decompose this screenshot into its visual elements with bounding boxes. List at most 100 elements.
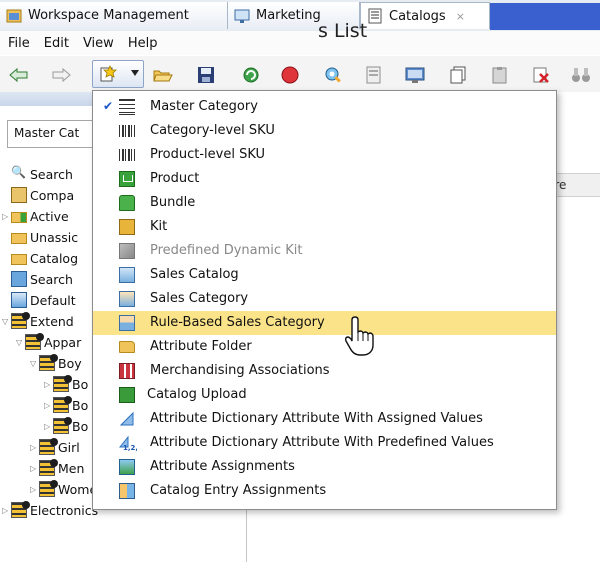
category-icon: [39, 438, 58, 455]
menu-item-label: Master Category: [150, 99, 258, 114]
delete-icon[interactable]: [530, 64, 552, 86]
tab-label: Catalogs: [389, 8, 446, 24]
menu-item-label: Merchandising Associations: [150, 363, 330, 378]
tree-item-boys[interactable]: ▽ Boy: [30, 353, 82, 373]
menu-item-catalog-entry-assignments[interactable]: Catalog Entry Assignments: [93, 479, 556, 503]
category-icon: [39, 480, 58, 497]
tab-label: Marketing: [256, 8, 321, 23]
attribute-dictionary-icon: [119, 411, 135, 427]
bundle-icon: [119, 195, 135, 211]
editor-tab-bar: Workspace Management Marketing Catalogs …: [0, 0, 600, 32]
save-icon[interactable]: [195, 64, 217, 86]
merchandising-icon: [119, 363, 135, 379]
menu-item-bundle[interactable]: Bundle: [93, 191, 556, 215]
tab-catalogs[interactable]: Catalogs ⨯: [360, 2, 490, 29]
attribute-assignments-icon: [119, 459, 135, 475]
kit-icon: [119, 219, 135, 235]
chevron-right-icon[interactable]: ▷: [30, 464, 39, 473]
binoculars-icon[interactable]: [570, 64, 592, 86]
menu-item-attribute-assignments[interactable]: Attribute Assignments: [93, 455, 556, 479]
chevron-right-icon[interactable]: ▷: [44, 380, 53, 389]
tree-item-active[interactable]: ▷ Active: [2, 206, 69, 226]
sales-catalog-icon: [119, 267, 135, 283]
menu-item-catalog-upload[interactable]: Catalog Upload: [93, 383, 556, 407]
tree-item-boys-sub[interactable]: ▷ Bo: [44, 374, 88, 394]
tree-item-search[interactable]: Search: [11, 164, 73, 184]
menu-item-rule-based-sales-category[interactable]: Rule-Based Sales Category: [93, 311, 556, 335]
menu-item-product-level-sku[interactable]: Product-level SKU: [93, 143, 556, 167]
chevron-right-icon[interactable]: ▷: [30, 485, 39, 494]
tree-item-unassigned[interactable]: Unassic: [11, 227, 78, 247]
menu-edit[interactable]: Edit: [44, 36, 69, 51]
menu-item-label: Kit: [150, 219, 168, 234]
master-category-icon: [119, 99, 135, 115]
tree-item-label: Search: [30, 166, 73, 182]
monitor-icon[interactable]: [404, 64, 426, 86]
tree-item-label: Appar: [44, 334, 82, 350]
tree-item-default[interactable]: Default: [11, 290, 76, 310]
menu-item-sales-catalog[interactable]: Sales Catalog: [93, 263, 556, 287]
menu-item-product[interactable]: Product: [93, 167, 556, 191]
menu-item-merchandising-associations[interactable]: Merchandising Associations: [93, 359, 556, 383]
tree-item-label: Men: [58, 460, 85, 476]
new-dropdown-button[interactable]: [92, 60, 144, 88]
forward-arrow-icon[interactable]: [50, 64, 72, 86]
chevron-right-icon[interactable]: ▷: [2, 212, 11, 221]
menu-item-sales-category[interactable]: Sales Category: [93, 287, 556, 311]
tree-item-company[interactable]: Compa: [11, 185, 74, 205]
tree-item-men[interactable]: ▷ Men: [30, 458, 84, 478]
tree-item-label: Extend: [30, 313, 74, 329]
paste-icon[interactable]: [489, 64, 511, 86]
tree-item-boys-sub[interactable]: ▷ Bo: [44, 395, 88, 415]
chevron-right-icon[interactable]: ▷: [44, 401, 53, 410]
tab-workspace-management[interactable]: Workspace Management: [0, 2, 228, 29]
menu-item-label: Catalog Upload: [147, 387, 247, 402]
rule-based-category-icon: [119, 315, 135, 331]
stop-icon[interactable]: [279, 64, 301, 86]
menu-file[interactable]: File: [8, 36, 30, 51]
marketing-icon: [234, 8, 250, 24]
copy-icon[interactable]: [447, 64, 469, 86]
chevron-right-icon[interactable]: ▷: [30, 443, 39, 452]
menu-item-kit[interactable]: Kit: [93, 215, 556, 239]
menu-item-attribute-dictionary-assigned[interactable]: Attribute Dictionary Attribute With Assi…: [93, 407, 556, 431]
menu-item-label: Attribute Dictionary Attribute With Assi…: [150, 411, 483, 426]
tree-item-apparel[interactable]: ▽ Appar: [16, 332, 81, 352]
refresh-icon[interactable]: [240, 64, 262, 86]
open-folder-icon[interactable]: [152, 64, 174, 86]
active-folder-icon: [11, 212, 27, 223]
find-icon[interactable]: [322, 64, 344, 86]
tree-item-label: Unassic: [30, 229, 79, 245]
menu-item-label: Catalog Entry Assignments: [150, 483, 327, 498]
menu-item-attribute-dictionary-predefined[interactable]: 1,2,3 Attribute Dictionary Attribute Wit…: [93, 431, 556, 455]
menu-view[interactable]: View: [83, 36, 114, 51]
search-catalog-icon: [11, 271, 27, 287]
chevron-right-icon[interactable]: ▷: [2, 506, 11, 515]
close-icon[interactable]: ⨯: [456, 10, 465, 23]
folder-icon: [119, 341, 135, 353]
menu-item-master-category[interactable]: ✔ Master Category: [93, 95, 556, 119]
entry-assignments-icon: [119, 483, 135, 499]
chevron-right-icon[interactable]: ▷: [44, 422, 53, 431]
menu-item-attribute-folder[interactable]: Attribute Folder: [93, 335, 556, 359]
tree-item-boys-sub[interactable]: ▷ Bo: [44, 416, 88, 436]
barcode-icon: [119, 123, 135, 139]
template-icon[interactable]: [363, 64, 385, 86]
chevron-down-icon[interactable]: ▽: [16, 338, 25, 347]
catalogs-icon: [367, 8, 383, 24]
chevron-down-icon[interactable]: ▽: [2, 317, 11, 326]
menu-item-label: Bundle: [150, 195, 196, 210]
chevron-down-icon: [131, 70, 139, 76]
back-arrow-icon[interactable]: [8, 64, 30, 86]
tree-item-extended[interactable]: ▽ Extend: [2, 311, 74, 331]
tree-item-electronics[interactable]: ▷ Electronics: [2, 500, 98, 520]
chevron-down-icon[interactable]: ▽: [30, 359, 39, 368]
menu-item-category-level-sku[interactable]: Category-level SKU: [93, 119, 556, 143]
menu-help[interactable]: Help: [128, 36, 158, 51]
tree-item-search-catalog[interactable]: Search: [11, 269, 73, 289]
tree-item-catalog[interactable]: Catalog: [11, 248, 78, 268]
tree-item-label: Catalog: [30, 250, 79, 266]
tree-item-label: Boy: [58, 355, 82, 371]
tree-item-label: Bo: [72, 376, 89, 392]
tree-item-girls[interactable]: ▷ Girl: [30, 437, 80, 457]
